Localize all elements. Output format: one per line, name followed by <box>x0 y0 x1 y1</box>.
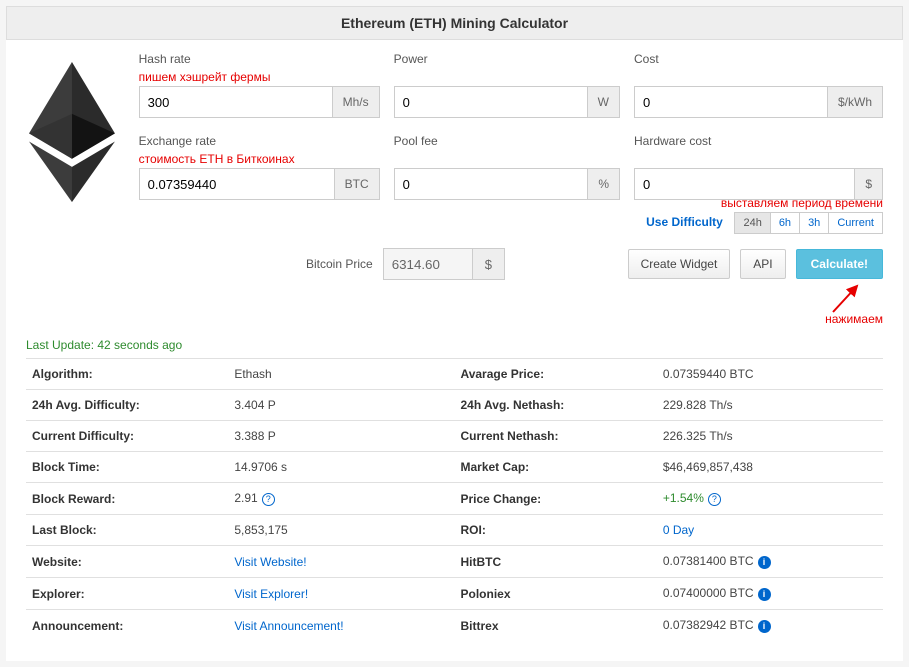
annotation-exchange: стоимость ETH в Биткоинах <box>139 152 380 166</box>
cost-block: Cost . $/kWh <box>634 52 883 120</box>
annotation-period: выставляем период времени <box>721 196 883 210</box>
difficulty-current[interactable]: Current <box>829 212 883 234</box>
stats-value[interactable]: Visit Explorer! <box>228 578 454 610</box>
stats-value: 2.91? <box>228 483 454 515</box>
stats-value: Ethash <box>228 359 454 390</box>
hashrate-input[interactable] <box>139 86 333 118</box>
power-label: Power <box>394 52 620 66</box>
stats-value: 0.07382942 BTCi <box>657 610 883 642</box>
stats-label: Poloniex <box>454 578 656 610</box>
stats-value: 0.07400000 BTCi <box>657 578 883 610</box>
stats-value: 0.07359440 BTC <box>657 359 883 390</box>
hashrate-block: Hash rate пишем хэшрейт фермы Mh/s <box>139 52 380 120</box>
stats-label: Market Cap: <box>454 452 656 483</box>
stats-row: Block Reward:2.91?Price Change:+1.54%? <box>26 483 883 515</box>
stats-value: 0.07381400 BTCi <box>657 546 883 578</box>
power-block: Power . W <box>394 52 620 120</box>
stats-label: Current Difficulty: <box>26 421 228 452</box>
api-button[interactable]: API <box>740 249 785 279</box>
stats-label: HitBTC <box>454 546 656 578</box>
stats-label: Current Nethash: <box>454 421 656 452</box>
stats-label: Algorithm: <box>26 359 228 390</box>
stats-value: 14.9706 s <box>228 452 454 483</box>
power-unit: W <box>588 86 620 118</box>
hashrate-label: Hash rate <box>139 52 380 66</box>
stats-label: Explorer: <box>26 578 228 610</box>
help-icon[interactable]: ? <box>262 493 275 506</box>
stats-value[interactable]: Visit Announcement! <box>228 610 454 642</box>
stats-table: Algorithm:EthashAvarage Price:0.07359440… <box>26 358 883 641</box>
stats-row: Last Block:5,853,175ROI:0 Day <box>26 515 883 546</box>
difficulty-3h[interactable]: 3h <box>800 212 829 234</box>
stats-row: Current Difficulty:3.388 PCurrent Nethas… <box>26 421 883 452</box>
stats-value: 3.404 P <box>228 390 454 421</box>
stats-value: $46,469,857,438 <box>657 452 883 483</box>
help-icon[interactable]: ? <box>708 493 721 506</box>
btc-price-input[interactable] <box>383 248 473 280</box>
power-input[interactable] <box>394 86 588 118</box>
difficulty-24h[interactable]: 24h <box>734 212 770 234</box>
stats-label: 24h Avg. Nethash: <box>454 390 656 421</box>
stats-label: ROI: <box>454 515 656 546</box>
hardware-label: Hardware cost <box>634 134 883 148</box>
arrow-icon <box>823 282 873 316</box>
create-widget-button[interactable]: Create Widget <box>628 249 731 279</box>
stats-value: 229.828 Th/s <box>657 390 883 421</box>
stats-label: 24h Avg. Difficulty: <box>26 390 228 421</box>
poolfee-unit: % <box>588 168 620 200</box>
calculate-button[interactable]: Calculate! <box>796 249 883 279</box>
difficulty-6h[interactable]: 6h <box>771 212 800 234</box>
difficulty-group: 24h6h3hCurrent <box>734 212 883 234</box>
info-icon[interactable]: i <box>758 620 771 633</box>
poolfee-label: Pool fee <box>394 134 620 148</box>
exchange-block: Exchange rate стоимость ETH в Биткоинах … <box>139 134 380 202</box>
stats-row: Algorithm:EthashAvarage Price:0.07359440… <box>26 359 883 390</box>
hardware-block: Hardware cost . $ <box>634 134 883 202</box>
use-difficulty-label: Use Difficulty <box>646 215 723 229</box>
stats-row: Block Time:14.9706 sMarket Cap:$46,469,8… <box>26 452 883 483</box>
cost-input[interactable] <box>634 86 828 118</box>
annotation-click: нажимаем <box>825 312 883 326</box>
stats-label: Website: <box>26 546 228 578</box>
annotation-hashrate: пишем хэшрейт фермы <box>139 70 380 84</box>
cost-unit: $/kWh <box>828 86 883 118</box>
stats-label: Block Reward: <box>26 483 228 515</box>
stats-label: Last Block: <box>26 515 228 546</box>
btc-price-label: Bitcoin Price <box>306 257 373 271</box>
exchange-label: Exchange rate <box>139 134 380 148</box>
stats-label: Bittrex <box>454 610 656 642</box>
stats-row: Announcement:Visit Announcement!Bittrex0… <box>26 610 883 642</box>
hashrate-unit: Mh/s <box>333 86 380 118</box>
stats-row: Explorer:Visit Explorer!Poloniex0.074000… <box>26 578 883 610</box>
stats-label: Block Time: <box>26 452 228 483</box>
stats-row: Website:Visit Website!HitBTC0.07381400 B… <box>26 546 883 578</box>
exchange-input[interactable] <box>139 168 335 200</box>
stats-value: 5,853,175 <box>228 515 454 546</box>
cost-label: Cost <box>634 52 883 66</box>
poolfee-block: Pool fee . % <box>394 134 620 202</box>
poolfee-input[interactable] <box>394 168 589 200</box>
last-update: Last Update: 42 seconds ago <box>26 338 883 352</box>
btc-price-unit: $ <box>473 248 505 280</box>
stats-value: 3.388 P <box>228 421 454 452</box>
stats-value: +1.54%? <box>657 483 883 515</box>
stats-label: Avarage Price: <box>454 359 656 390</box>
stats-row: 24h Avg. Difficulty:3.404 P24h Avg. Neth… <box>26 390 883 421</box>
exchange-unit: BTC <box>335 168 380 200</box>
page-title: Ethereum (ETH) Mining Calculator <box>6 6 903 40</box>
info-icon[interactable]: i <box>758 588 771 601</box>
stats-value[interactable]: Visit Website! <box>228 546 454 578</box>
eth-logo <box>26 52 119 202</box>
stats-value: 226.325 Th/s <box>657 421 883 452</box>
stats-label: Price Change: <box>454 483 656 515</box>
stats-value[interactable]: 0 Day <box>657 515 883 546</box>
stats-label: Announcement: <box>26 610 228 642</box>
info-icon[interactable]: i <box>758 556 771 569</box>
